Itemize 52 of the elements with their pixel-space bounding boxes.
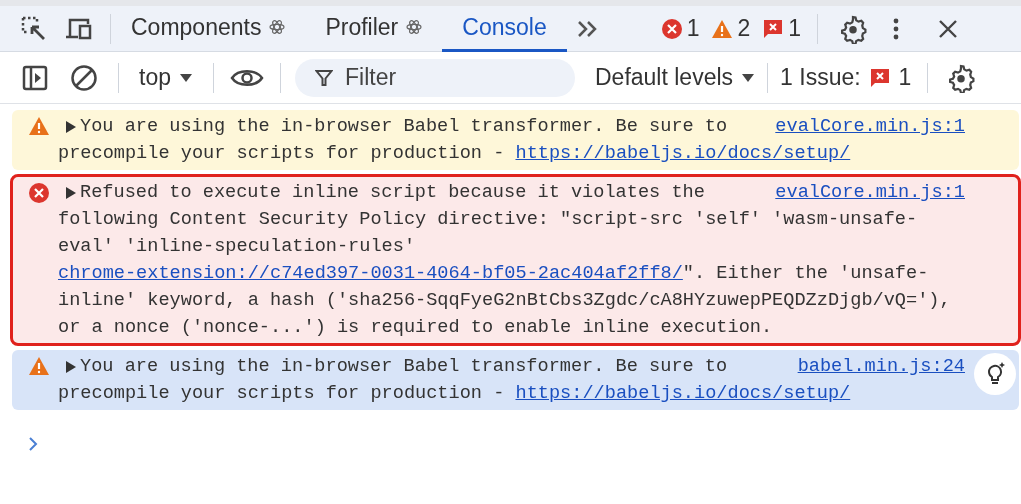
message-text: precompile your scripts for production -: [58, 142, 506, 166]
message-text: You are using the in-browser Babel transformer. Be sure to: [80, 355, 728, 379]
caret-icon: [741, 72, 756, 83]
message-link[interactable]: https://babeljs.io/docs/setup/: [515, 140, 851, 167]
error-count: 1: [686, 14, 700, 44]
issue-count: 1: [788, 14, 802, 44]
caret-icon: [179, 72, 193, 83]
message-text: precompile your scripts for production -: [58, 382, 506, 406]
source-link[interactable]: evalCore.min.js:1: [775, 113, 965, 140]
issue-icon: [762, 17, 785, 40]
more-options-icon[interactable]: [892, 16, 901, 41]
message-text: You are using the in-browser Babel transformer. Be sure to: [80, 115, 728, 139]
devtools-tab[interactable]: Components: [111, 5, 306, 52]
filter-icon: [315, 68, 333, 87]
react-atom-icon: [406, 19, 423, 35]
source-link[interactable]: babel.min.js:24: [797, 353, 965, 380]
error-icon: [28, 182, 50, 204]
expand-triangle-icon[interactable]: [65, 359, 77, 374]
console-message[interactable]: [12, 176, 1019, 344]
filter-field[interactable]: Filter: [295, 58, 575, 97]
issue-icon: [868, 66, 891, 89]
expand-triangle-icon[interactable]: [65, 185, 77, 200]
clear-console-icon[interactable]: [70, 63, 98, 92]
react-atom-icon: [269, 19, 286, 35]
expand-triangle-icon[interactable]: [65, 119, 77, 134]
console-message[interactable]: You are using the in-browser Babel transformer. Be sure to evalCore.min.js:1 precompile your scripts for production - https://babeljs.io/docs/setup/: [12, 110, 1019, 170]
console-message[interactable]: You are using the in-browser Babel transformer. Be sure to babel.min.js:24 precompile your scripts for production - https://babeljs.io/docs/setup/: [12, 350, 1019, 410]
source-link[interactable]: evalCore.min.js:1: [775, 179, 965, 206]
message-text: or a nonce ('nonce-...') is required to enable inline execution.: [58, 316, 773, 340]
error-icon: [660, 17, 683, 40]
message-text: ". Either the 'unsafe-: [682, 262, 929, 286]
close-icon[interactable]: [938, 18, 959, 39]
message-text: following Content Security Policy directive: "script-src 'self' 'wasm-unsafe-: [58, 208, 918, 232]
context-dropdown[interactable]: top: [139, 60, 193, 95]
devtools-tab[interactable]: Console: [442, 5, 567, 52]
sidebar-toggle-icon[interactable]: [22, 64, 48, 91]
warning-count: 2: [737, 14, 751, 44]
issues-button[interactable]: 1 Issue: 1: [780, 60, 912, 95]
message-text: eval' 'inline-speculation-rules': [58, 235, 416, 259]
warning-icon: [28, 356, 50, 376]
message-link[interactable]: chrome-extension://c74ed397-0031-4064-bf05-2ac404af2ff8/: [58, 260, 683, 287]
warning-icon: [28, 116, 50, 136]
prompt-chevron-icon: [28, 436, 38, 452]
console-settings-icon[interactable]: [946, 62, 977, 93]
levels-dropdown[interactable]: Default levels: [595, 60, 756, 95]
devtools-tab[interactable]: Profiler: [305, 5, 443, 52]
warning-icon: [711, 18, 734, 39]
lightbulb-button-icon[interactable]: [973, 352, 1017, 396]
message-text: Refused to execute inline script because it violates the: [80, 181, 705, 205]
message-link[interactable]: https://babeljs.io/docs/setup/: [515, 380, 851, 407]
message-text: inline' keyword, a hash ('sha256-SqqFyeG2nBtCbs3Zgdc/cA8HYzuwepPEQDZzDjgb/vQ='),: [58, 289, 951, 313]
settings-icon[interactable]: [838, 13, 869, 44]
